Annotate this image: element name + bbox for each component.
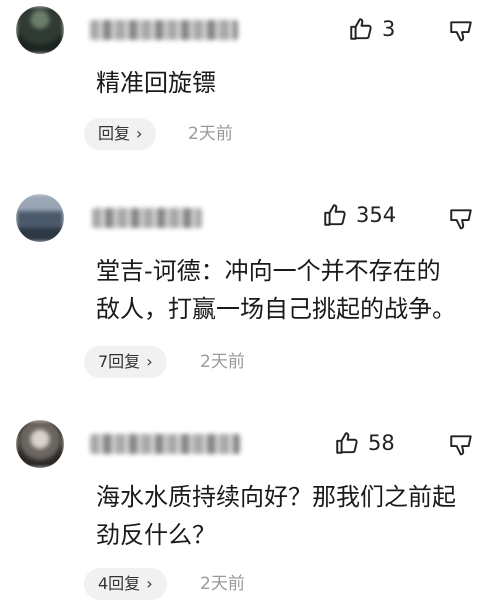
chevron-right-icon: › [146,352,153,371]
chevron-right-icon: › [136,124,143,143]
thumbs-down-icon[interactable] [448,18,474,44]
avatar[interactable] [16,420,64,468]
thumbs-up-icon [336,432,358,454]
reply-button[interactable]: 7回复 › [84,346,167,378]
chevron-right-icon: › [146,574,153,593]
thumbs-down-icon[interactable] [448,432,474,458]
comment-text: 海水水质持续向好？那我们之前起 劲反什么？ [96,483,456,549]
comment-item: 354 堂吉-诃德：冲向一个并不存在的 敌人，打赢一场自己挑起的战争。 7回复 … [0,186,494,386]
like-count: 58 [368,431,395,455]
username-redacted[interactable] [90,434,240,454]
thumbs-up-icon [324,204,346,226]
reply-label: 回复 [98,124,131,143]
reply-label: 7回复 [98,352,141,371]
comment-text: 精准回旋镖 [96,69,216,97]
like-button[interactable]: 354 [322,202,396,228]
comment-item: 58 海水水质持续向好？那我们之前起 劲反什么？ 4回复 › 2天前 [0,412,494,606]
like-count: 354 [356,203,397,227]
reply-label: 4回复 [98,574,141,593]
reply-button[interactable]: 4回复 › [84,568,167,600]
avatar[interactable] [16,194,64,242]
reply-button[interactable]: 回复 › [84,118,157,150]
comment-time: 2天前 [200,352,245,372]
username-redacted[interactable] [92,208,202,228]
like-count: 3 [382,17,396,41]
comment-item: 3 精准回旋镖 回复 › 2天前 [0,0,494,160]
avatar[interactable] [16,6,64,54]
username-redacted[interactable] [90,20,238,40]
comment-text: 堂吉-诃德：冲向一个并不存在的 敌人，打赢一场自己挑起的战争。 [96,257,456,323]
comment-time: 2天前 [188,124,233,144]
like-button[interactable]: 3 [348,16,395,42]
like-button[interactable]: 58 [334,430,395,456]
comment-time: 2天前 [200,574,245,594]
thumbs-up-icon [350,18,372,40]
thumbs-down-icon[interactable] [448,206,474,232]
